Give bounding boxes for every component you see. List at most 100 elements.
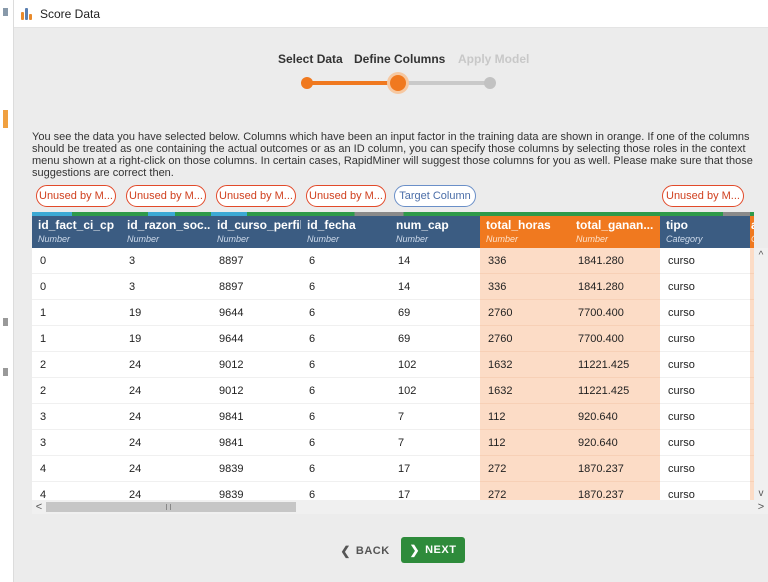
role-pill-unused[interactable]: Unused by M...	[662, 185, 744, 207]
table-cell[interactable]: curso	[660, 404, 750, 430]
table-cell[interactable]: 6	[301, 248, 390, 274]
horizontal-scrollbar[interactable]: < >	[32, 500, 768, 514]
table-cell[interactable]: 9644	[211, 300, 301, 326]
table-cell[interactable]: 9841	[211, 404, 301, 430]
scroll-up-icon[interactable]: ^	[754, 248, 768, 262]
table-cell[interactable]: 3	[121, 248, 211, 274]
table-cell[interactable]: 4	[32, 456, 121, 482]
table-cell[interactable]: 69	[390, 326, 480, 352]
scroll-down-icon[interactable]: v	[754, 486, 768, 500]
role-pill-unused[interactable]: Unused by M...	[306, 185, 386, 207]
column-header-id-fecha[interactable]: id_fecha Number	[301, 212, 390, 248]
table-cell[interactable]: curso	[660, 352, 750, 378]
table-cell[interactable]: 3	[121, 274, 211, 300]
table-cell[interactable]: 24	[121, 404, 211, 430]
table-cell[interactable]: 3	[32, 430, 121, 456]
table-cell[interactable]: 0	[32, 248, 121, 274]
table-cell[interactable]: curso	[660, 326, 750, 352]
table-cell[interactable]: 8897	[211, 274, 301, 300]
vertical-scrollbar[interactable]: ^ v	[754, 248, 768, 500]
table-cell[interactable]: 9841	[211, 430, 301, 456]
table-cell[interactable]: 7	[390, 430, 480, 456]
table-cell[interactable]: 2760	[480, 326, 570, 352]
table-cell[interactable]: 1870.237	[570, 482, 660, 500]
back-button[interactable]: ❮ BACK	[332, 540, 398, 562]
table-cell[interactable]: 17	[390, 456, 480, 482]
table-cell[interactable]: 9839	[211, 482, 301, 500]
table-cell[interactable]: 8897	[211, 248, 301, 274]
table-cell[interactable]: 1	[32, 326, 121, 352]
table-cell[interactable]: 112	[480, 430, 570, 456]
column-header-num-cap[interactable]: num_cap Number	[390, 212, 480, 248]
column-header-tipo[interactable]: tipo Category	[660, 212, 750, 248]
table-cell[interactable]: 920.640	[570, 430, 660, 456]
table-cell[interactable]: curso	[660, 456, 750, 482]
table-cell[interactable]: 1632	[480, 352, 570, 378]
table-cell[interactable]: 1	[32, 300, 121, 326]
table-cell[interactable]: 6	[301, 352, 390, 378]
table-cell[interactable]: curso	[660, 248, 750, 274]
table-cell[interactable]: 9839	[211, 456, 301, 482]
table-cell[interactable]: 1841.280	[570, 248, 660, 274]
column-header-total-ganancia[interactable]: total_ganan... Number	[570, 212, 660, 248]
table-cell[interactable]: 69	[390, 300, 480, 326]
scroll-left-icon[interactable]: <	[32, 500, 46, 514]
table-cell[interactable]: 1841.280	[570, 274, 660, 300]
table-cell[interactable]: 14	[390, 274, 480, 300]
table-cell[interactable]: 7700.400	[570, 326, 660, 352]
table-cell[interactable]: 9012	[211, 378, 301, 404]
table-cell[interactable]: 11221.425	[570, 378, 660, 404]
data-table[interactable]: id_fact_ci_cp Number id_razon_soc... Num…	[32, 212, 754, 500]
next-button[interactable]: ❯ NEXT	[401, 537, 465, 563]
column-header-id-fact-ci-cp[interactable]: id_fact_ci_cp Number	[32, 212, 121, 248]
table-cell[interactable]: 7	[390, 404, 480, 430]
table-cell[interactable]: 6	[301, 456, 390, 482]
table-cell[interactable]: 3	[32, 404, 121, 430]
scroll-right-icon[interactable]: >	[754, 500, 768, 514]
table-cell[interactable]: 6	[301, 430, 390, 456]
table-cell[interactable]: curso	[660, 482, 750, 500]
table-cell[interactable]: 24	[121, 430, 211, 456]
table-cell[interactable]: 1870.237	[570, 456, 660, 482]
table-cell[interactable]: 6	[301, 482, 390, 500]
role-pill-unused[interactable]: Unused by M...	[126, 185, 206, 207]
column-header-total-horas[interactable]: total_horas Number	[480, 212, 570, 248]
table-cell[interactable]: curso	[660, 430, 750, 456]
horizontal-scroll-thumb[interactable]	[46, 502, 296, 512]
table-cell[interactable]: 1632	[480, 378, 570, 404]
table-cell[interactable]: 24	[121, 352, 211, 378]
table-cell[interactable]: 2760	[480, 300, 570, 326]
table-cell[interactable]: 0	[32, 274, 121, 300]
column-header-partial[interactable]: a C	[750, 212, 754, 248]
table-cell[interactable]: 17	[390, 482, 480, 500]
table-cell[interactable]: 9012	[211, 352, 301, 378]
step-select-data[interactable]: Select Data	[278, 52, 343, 66]
column-header-id-curso-perfil[interactable]: id_curso_perfil Number	[211, 212, 301, 248]
table-cell[interactable]: 24	[121, 378, 211, 404]
table-cell[interactable]: 19	[121, 326, 211, 352]
role-pill-unused[interactable]: Unused by M...	[216, 185, 296, 207]
table-cell[interactable]: 11221.425	[570, 352, 660, 378]
table-cell[interactable]: 2	[32, 352, 121, 378]
table-cell[interactable]: 4	[32, 482, 121, 500]
table-cell[interactable]: 102	[390, 352, 480, 378]
table-cell[interactable]: 6	[301, 326, 390, 352]
table-cell[interactable]: 920.640	[570, 404, 660, 430]
table-cell[interactable]: 24	[121, 456, 211, 482]
role-pill-target-column[interactable]: Target Column	[394, 185, 476, 207]
table-cell[interactable]: 14	[390, 248, 480, 274]
table-cell[interactable]: 24	[121, 482, 211, 500]
table-cell[interactable]: 336	[480, 274, 570, 300]
table-cell[interactable]: 336	[480, 248, 570, 274]
table-cell[interactable]: 272	[480, 482, 570, 500]
table-cell[interactable]: 272	[480, 456, 570, 482]
table-cell[interactable]: 6	[301, 404, 390, 430]
table-cell[interactable]: curso	[660, 274, 750, 300]
table-cell[interactable]: 6	[301, 274, 390, 300]
table-cell[interactable]: 6	[301, 300, 390, 326]
table-cell[interactable]: curso	[660, 300, 750, 326]
table-cell[interactable]: 9644	[211, 326, 301, 352]
table-cell[interactable]: 2	[32, 378, 121, 404]
table-cell[interactable]: 6	[301, 378, 390, 404]
table-cell[interactable]: 112	[480, 404, 570, 430]
